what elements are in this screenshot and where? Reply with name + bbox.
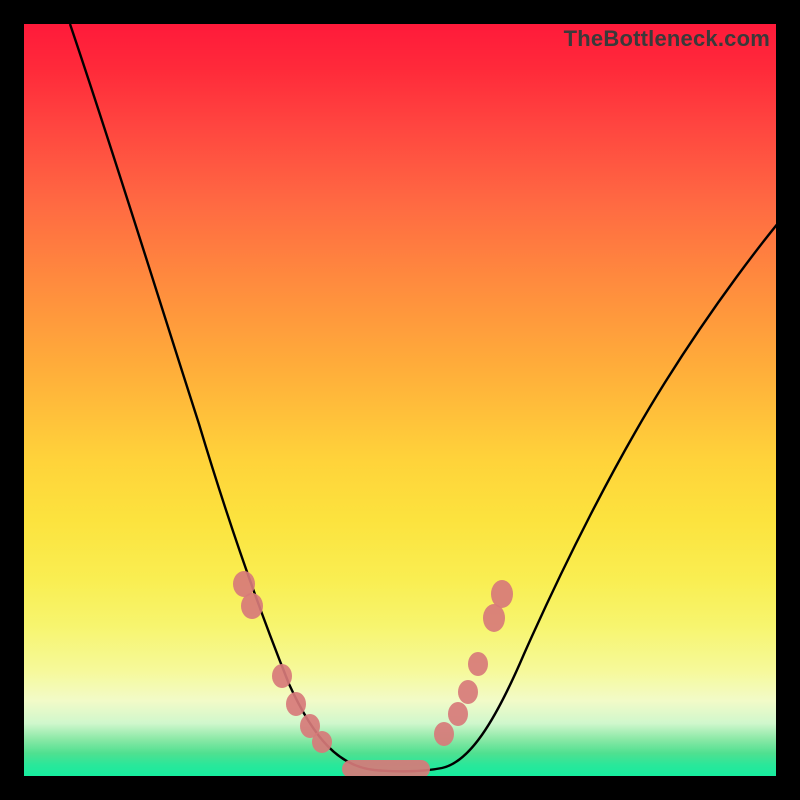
marker-dot	[491, 580, 513, 608]
marker-dot	[241, 593, 263, 619]
marker-dot	[468, 652, 488, 676]
marker-dot	[272, 664, 292, 688]
curve-svg	[24, 24, 776, 776]
marker-dot	[448, 702, 468, 726]
plot-area: TheBottleneck.com	[24, 24, 776, 776]
chart-frame: TheBottleneck.com	[0, 0, 800, 800]
marker-dot	[483, 604, 505, 632]
marker-dot	[312, 731, 332, 753]
marker-dot	[286, 692, 306, 716]
marker-dot	[434, 722, 454, 746]
flat-segment-marker	[342, 760, 430, 776]
marker-dot	[458, 680, 478, 704]
bottleneck-curve-path	[70, 24, 776, 771]
